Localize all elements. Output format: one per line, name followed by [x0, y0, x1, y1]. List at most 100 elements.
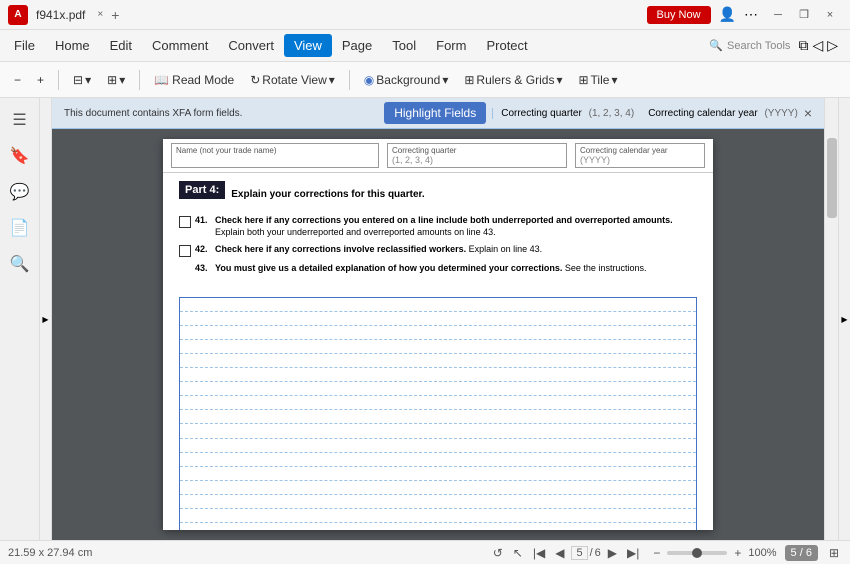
nav-last-btn[interactable]: ▶|	[624, 545, 642, 561]
text-line-5	[180, 354, 696, 368]
status-right: ↺ ↖ |◀ ◀ 5 / 6 ▶ ▶| − + 100% 5 / 6 ⊞	[490, 545, 842, 561]
menu-home[interactable]: Home	[45, 34, 100, 57]
panel-toggle-left[interactable]: ▶	[40, 98, 52, 540]
zoom-out-status-btn[interactable]: −	[650, 545, 663, 561]
sidebar-item-bookmarks[interactable]: 🔖	[6, 142, 34, 170]
menu-file[interactable]: File	[4, 34, 45, 57]
panel-toggle-right[interactable]: ▶	[838, 98, 850, 540]
status-bar: 21.59 x 27.94 cm ↺ ↖ |◀ ◀ 5 / 6 ▶ ▶| − +…	[0, 540, 850, 564]
bg-dropdown-arrow: ▾	[442, 73, 448, 87]
row-num-41: 41.	[195, 215, 215, 225]
toolbar: − + ⊟ ▾ ⊞ ▾ 📖 Read Mode ↻ Rotate View ▾ …	[0, 62, 850, 98]
page-navigation: ↺ ↖ |◀ ◀ 5 / 6 ▶ ▶|	[490, 545, 643, 561]
menu-edit[interactable]: Edit	[100, 34, 142, 57]
menu-tool[interactable]: Tool	[382, 34, 426, 57]
nav-prev-btn[interactable]: ◀	[552, 545, 567, 561]
sidebar-item-pages[interactable]: ☰	[6, 106, 34, 134]
xfa-message: This document contains XFA form fields.	[64, 108, 376, 119]
title-bar-right: Buy Now 👤 ⋯ ─ ❐ ×	[647, 5, 842, 25]
menu-view[interactable]: View	[284, 34, 332, 57]
text-line-3	[180, 326, 696, 340]
zoom-percentage: 100%	[748, 547, 776, 559]
cq-label: Correcting quarter	[392, 146, 562, 155]
menu-protect[interactable]: Protect	[476, 34, 537, 57]
background-btn[interactable]: ◉ Background ▾	[358, 70, 455, 90]
sidebar-item-comments[interactable]: 💬	[6, 178, 34, 206]
xfa-actions: Highlight Fields Correcting quarter (1, …	[384, 102, 812, 124]
nav-pointer-btn[interactable]: ↖	[510, 545, 526, 561]
form-content: Part 4: Explain your corrections for thi…	[163, 173, 713, 289]
xfa-close-button[interactable]: ×	[804, 105, 812, 121]
page-separator: /	[590, 547, 593, 559]
checkbox-41[interactable]	[179, 216, 191, 228]
text-line-12	[180, 453, 696, 467]
highlight-fields-button[interactable]: Highlight Fields	[384, 102, 486, 124]
row-num-43: 43.	[195, 263, 215, 273]
row-text-41: Check here if any corrections you entere…	[215, 215, 697, 238]
main-layout: ☰ 🔖 💬 📄 🔍 ▶ This document contains XFA f…	[0, 98, 850, 540]
zoom-out-btn[interactable]: −	[8, 70, 27, 90]
rotate-icon: ↻	[250, 73, 260, 87]
fit-page-btn[interactable]: ⊞	[826, 545, 842, 561]
more-options-icon[interactable]: ⋯	[744, 6, 758, 23]
document-area: This document contains XFA form fields. …	[52, 98, 824, 540]
left-sidebar: ☰ 🔖 💬 📄 🔍	[0, 98, 40, 540]
read-mode-btn[interactable]: 📖 Read Mode	[148, 70, 240, 90]
rulers-grid-btn[interactable]: ⊞ Rulers & Grids ▾	[458, 70, 568, 90]
zoom-control: − + 100%	[650, 545, 776, 561]
cq-value: (1, 2, 3, 4)	[392, 155, 562, 165]
text-line-17	[180, 523, 696, 530]
zoom-in-status-btn[interactable]: +	[731, 545, 744, 561]
edit-label[interactable]: Correcting quarter (1, 2, 3, 4)	[492, 108, 634, 119]
pdf-container: Name (not your trade name) Correcting qu…	[52, 129, 824, 540]
text-area-box[interactable]	[179, 297, 697, 530]
page-indicator: 5 / 6	[785, 545, 818, 561]
document-dimensions: 21.59 x 27.94 cm	[8, 547, 92, 559]
tile-btn[interactable]: ⊞ Tile ▾	[572, 70, 623, 90]
rulers-icon: ⊞	[464, 73, 474, 87]
chevron-right-icon: ▶	[42, 315, 48, 324]
zoom-level-dropdown[interactable]: ⊟ ▾	[67, 70, 97, 90]
text-line-11	[180, 439, 696, 453]
nav-next-btn[interactable]: ▶	[605, 545, 620, 561]
view-options-dropdown[interactable]: ⊞ ▾	[101, 70, 131, 90]
zoom-in-icon: +	[37, 73, 44, 87]
rotate-view-btn[interactable]: ↻ Rotate View ▾	[244, 70, 341, 90]
toolbar-separator-3	[349, 70, 350, 90]
sidebar-item-search[interactable]: 🔍	[6, 250, 34, 278]
nav-forward-icon[interactable]: ▷	[827, 37, 838, 54]
tab-add-btn[interactable]: +	[111, 7, 119, 23]
right-scrollbar[interactable]	[824, 98, 838, 540]
dropdown-arrow: ▾	[85, 73, 91, 87]
menu-form[interactable]: Form	[426, 34, 476, 57]
sidebar-item-pages2[interactable]: 📄	[6, 214, 34, 242]
external-link-icon[interactable]: ⧉	[798, 37, 808, 54]
nav-first-btn[interactable]: |◀	[530, 545, 548, 561]
year-value: (YYYY)	[764, 108, 797, 119]
scroll-thumb[interactable]	[827, 138, 837, 218]
row-text-43: You must give us a detailed explanation …	[215, 263, 697, 275]
search-tools[interactable]: 🔍 Search Tools	[709, 39, 790, 52]
zoom-slider[interactable]	[667, 551, 727, 555]
part-label: Part 4:	[179, 181, 225, 199]
menu-comment[interactable]: Comment	[142, 34, 218, 57]
nav-rotate-btn[interactable]: ↺	[490, 545, 506, 561]
minimize-button[interactable]: ─	[766, 5, 790, 25]
zoom-in-btn[interactable]: +	[31, 70, 50, 90]
checkbox-42[interactable]	[179, 245, 191, 257]
current-page[interactable]: 5	[571, 546, 587, 560]
buy-now-button[interactable]: Buy Now	[647, 6, 711, 24]
tile-icon: ⊞	[578, 73, 588, 87]
part-header-area: Part 4: Explain your corrections for thi…	[179, 181, 697, 207]
lined-content	[180, 298, 696, 530]
menu-page[interactable]: Page	[332, 34, 382, 57]
close-button[interactable]: ×	[818, 5, 842, 25]
tab-close-btn[interactable]: ×	[97, 9, 103, 20]
nav-back-icon[interactable]: ◁	[812, 37, 823, 54]
menu-convert[interactable]: Convert	[218, 34, 284, 57]
tile-dropdown-arrow: ▾	[611, 73, 617, 87]
correcting-quarter-box: Correcting quarter (1, 2, 3, 4)	[387, 143, 567, 168]
restore-button[interactable]: ❐	[792, 5, 816, 25]
background-icon: ◉	[364, 73, 374, 87]
read-mode-icon: 📖	[154, 73, 169, 87]
